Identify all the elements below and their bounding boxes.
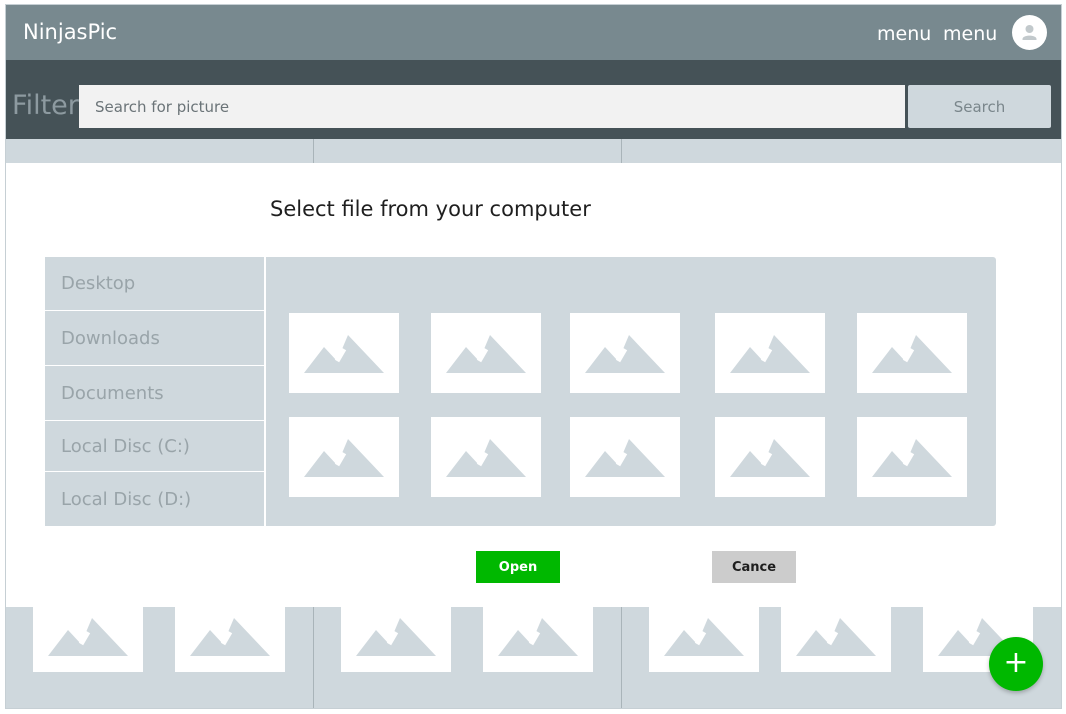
gallery-image-tile[interactable] [341, 606, 451, 672]
open-button[interactable]: Open [476, 551, 560, 583]
folder-item-downloads[interactable]: Downloads [45, 312, 264, 366]
folder-item-local-disc-c[interactable]: Local Disc (C:) [45, 422, 264, 472]
brand-logo-text[interactable]: NinjasPic [23, 20, 117, 44]
file-browser-panel: Desktop Downloads Documents Local Disc (… [45, 257, 996, 526]
dialog-title: Select file from your computer [270, 197, 591, 221]
top-bar: NinjasPic menu menu [6, 5, 1061, 60]
filter-label: Filter [12, 90, 79, 121]
filter-bar: Filter Search [6, 60, 1061, 139]
file-thumbnail[interactable] [857, 313, 967, 393]
gallery-image-tile[interactable] [483, 606, 593, 672]
file-thumbnail[interactable] [431, 417, 541, 497]
search-input[interactable] [79, 85, 905, 128]
file-thumbnail[interactable] [857, 417, 967, 497]
app-window: NinjasPic menu menu Filter Search for pi… [5, 4, 1062, 709]
file-thumbnail[interactable] [715, 417, 825, 497]
folder-item-local-disc-d[interactable]: Local Disc (D:) [45, 473, 264, 526]
file-thumbnail[interactable] [570, 313, 680, 393]
menu-link-1[interactable]: menu [877, 23, 931, 45]
gallery-image-tile[interactable] [781, 606, 891, 672]
folder-item-desktop[interactable]: Desktop [45, 257, 264, 311]
menu-link-2[interactable]: menu [943, 23, 997, 45]
plus-icon: + [1003, 645, 1029, 680]
gallery-image-tile[interactable] [649, 606, 759, 672]
gallery-image-tile[interactable] [33, 606, 143, 672]
add-button[interactable]: + [989, 637, 1043, 691]
file-thumbnail[interactable] [289, 417, 399, 497]
folder-list: Desktop Downloads Documents Local Disc (… [45, 257, 266, 526]
folder-item-documents[interactable]: Documents [45, 367, 264, 421]
file-thumbnail[interactable] [289, 313, 399, 393]
file-thumbnail[interactable] [570, 417, 680, 497]
cancel-button[interactable]: Cance [712, 551, 796, 583]
file-thumbnail[interactable] [431, 313, 541, 393]
search-button[interactable]: Search [908, 85, 1051, 128]
file-thumbnail[interactable] [715, 313, 825, 393]
gallery-image-tile[interactable] [175, 606, 285, 672]
file-picker-dialog: Select file from your computer Desktop D… [6, 163, 1061, 607]
user-avatar-icon[interactable] [1012, 15, 1047, 50]
